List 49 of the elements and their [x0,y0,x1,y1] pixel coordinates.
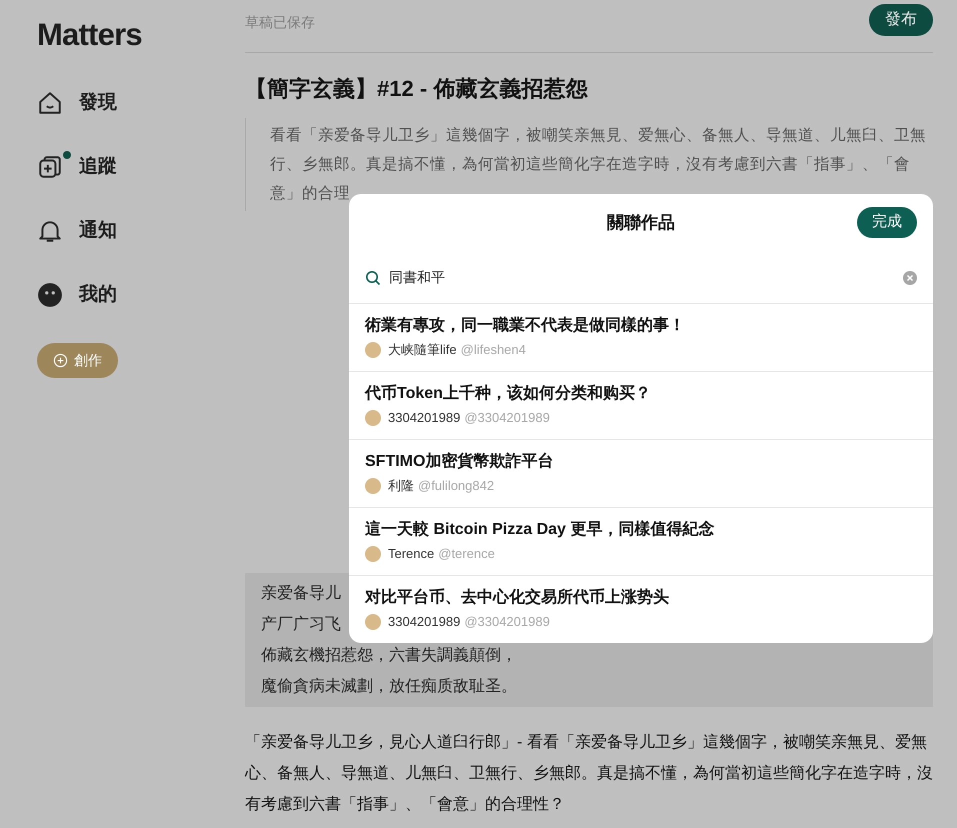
author-handle: @3304201989 [464,409,550,427]
search-result[interactable]: 对比平台币、去中心化交易所代币上涨势头 3304201989 @3304201989 [349,576,933,643]
search-result[interactable]: 術業有專攻，同一職業不代表是做同樣的事！ 大峡隨筆life @lifeshen4 [349,304,933,372]
avatar [365,410,381,426]
author-handle: @terence [438,545,495,563]
result-title: 对比平台币、去中心化交易所代币上涨势头 [365,587,669,608]
nav-item[interactable]: 發現 [37,85,117,121]
author-name: 3304201989 [388,613,460,631]
home-icon [37,90,63,116]
search-result[interactable]: SFTIMO加密貨幣欺詐平台 利隆 @fulilong842 [349,440,933,508]
search-field[interactable]: 同書和平 [349,252,933,304]
plus-circle-icon [53,353,68,368]
avatar [365,478,381,494]
done-button[interactable]: 完成 [857,207,917,238]
poem-line: 佈藏玄機招惹怨，六書失調義顛倒， [261,646,517,666]
poem-line: 魔偷貪病未滅劃，放任痴质敌耻圣。 [261,676,517,697]
article-title: 【簡字玄義】#12 - 佈藏玄義招惹怨 [245,75,588,103]
avatar [365,614,381,630]
clear-icon[interactable] [903,270,917,284]
poem-line: 亲爱备导儿 [261,584,341,604]
search-result[interactable]: 代币Token上千种，该如何分类和购买？ 3304201989 @3304201989 [349,372,933,440]
result-title: SFTIMO加密貨幣欺詐平台 [365,451,554,472]
save-status: 草稿已保存 [245,13,315,32]
poem-line: 产厂广习飞 [261,614,341,635]
author-name: 3304201989 [388,409,460,427]
face-icon [37,282,63,308]
result-title: 術業有專攻，同一職業不代表是做同樣的事！ [365,315,685,336]
avatar [365,342,381,358]
publish-button[interactable]: 發布 [869,4,933,36]
search-result[interactable]: 這一天較 Bitcoin Pizza Day 更早，同樣值得紀念 Terence @terence [349,508,933,576]
create-button[interactable]: 創作 [37,343,118,378]
body-paragraph: 「亲爱备导儿卫乡，見心人道臼行郎」- 看看「亲爱备导儿卫乡」這幾個字，被嘲笑亲無見、爱無 心、备無人、导無道、儿無臼、卫無行、乡無郎。真是搞不懂，為何當初這些簡化字在造字時，沒 有考慮到六書「指事」、「會意」的合理性？ [245,732,933,815]
author-handle: @fulilong842 [418,477,494,495]
nav-item[interactable]: 我的 [37,277,117,313]
search-icon [365,270,381,286]
author-handle: @3304201989 [464,613,550,631]
result-title: 這一天較 Bitcoin Pizza Day 更早，同樣值得紀念 [365,519,714,540]
avatar [365,546,381,562]
author-handle: @lifeshen4 [460,341,526,359]
blockquote-text: 看看「亲爱备导儿卫乡」這幾個字，被嘲笑亲無見、爱無心、备無人、导無道、儿無臼、卫無 行、乡無郎。真是搞不懂，為何當初這些簡化字在造字時，沒有考慮到六書「指事」、「會 意」的合理 [270,126,926,204]
add-square-icon [37,154,63,180]
nav-item[interactable]: 通知 [37,213,117,249]
author-name: 大峡隨筆life [388,341,457,359]
dialog-title: 關聯作品 [607,212,675,234]
logo: Matters [37,18,142,52]
author-name: Terence [388,545,434,563]
author-name: 利隆 [388,477,414,495]
nav-item[interactable]: 追蹤 [37,149,117,185]
result-title: 代币Token上千种，该如何分类和购买？ [365,383,651,404]
